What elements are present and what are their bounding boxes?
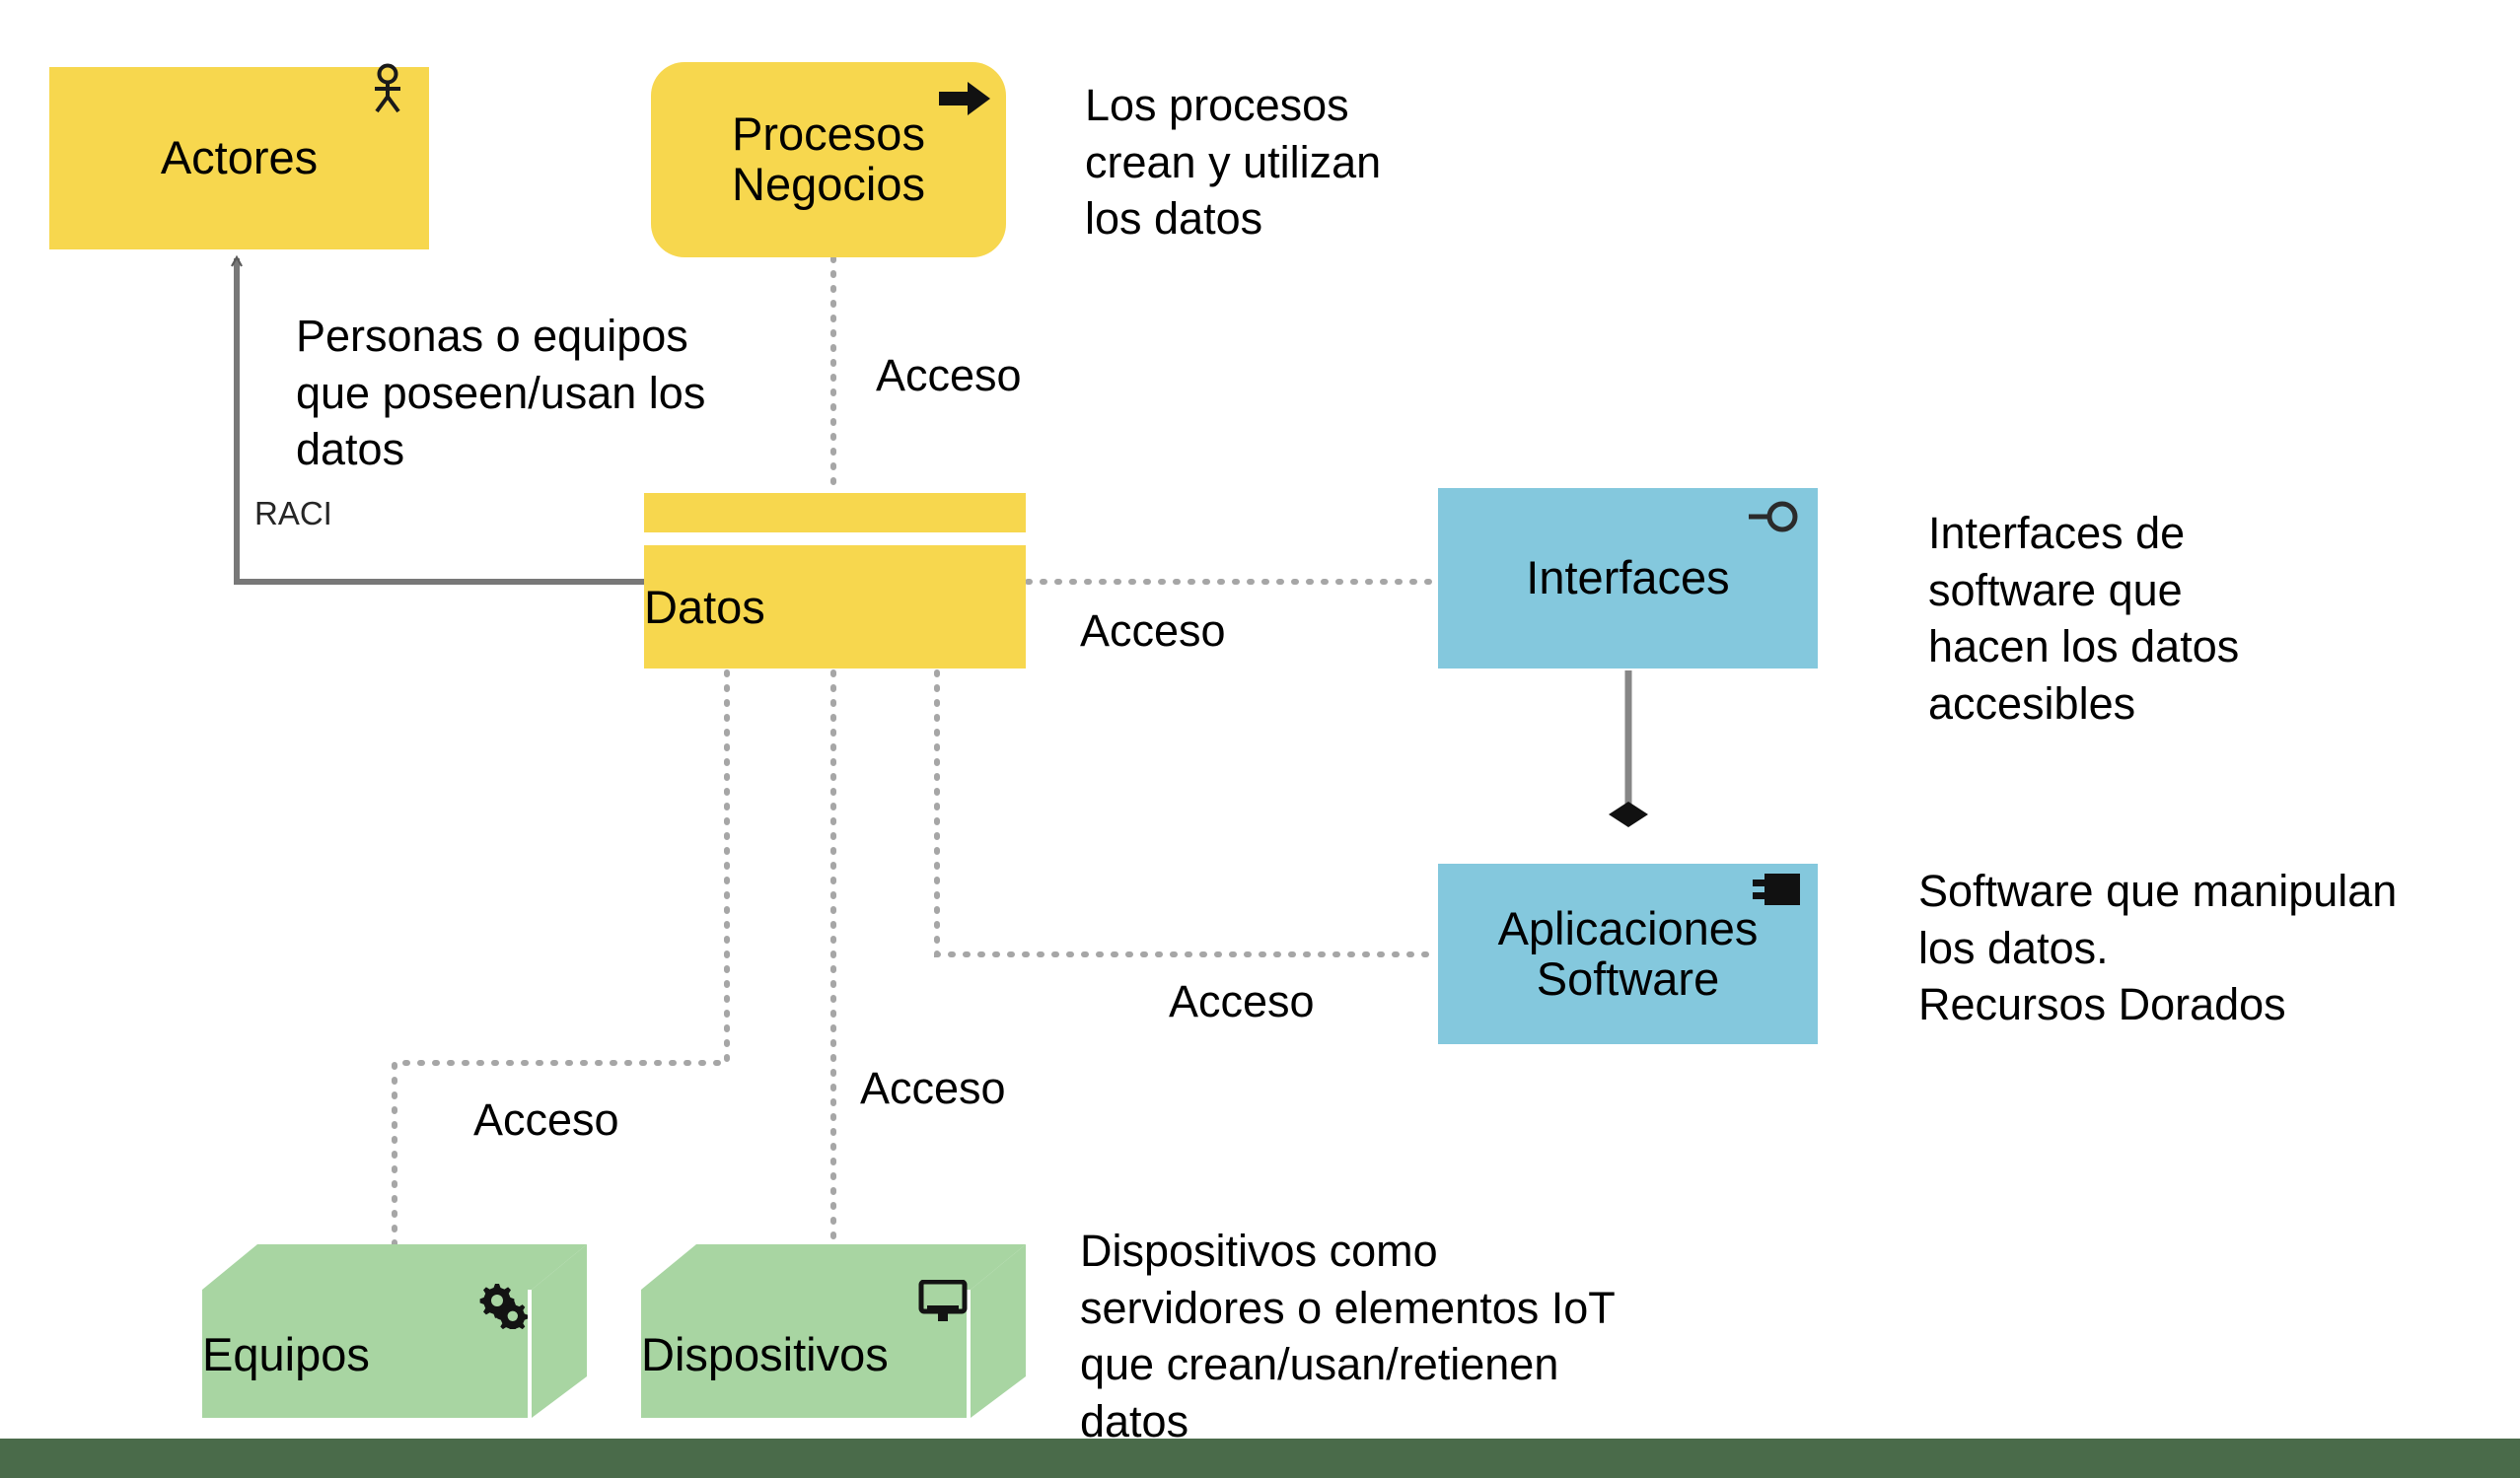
edge-label-procesos-datos: Acceso — [876, 350, 1022, 400]
edge-label-raci: RACI — [254, 495, 332, 531]
node-equipos[interactable]: Equipos — [202, 1242, 587, 1425]
actor-stick-figure-icon — [367, 63, 408, 114]
note-interfaces: Interfaces de software que hacen los dat… — [1928, 508, 2240, 729]
node-aplicaciones-software-label: Aplicaciones Software — [1497, 901, 1759, 1005]
gears-icon — [478, 1282, 529, 1333]
edge-label-datos-aplicaciones: Acceso — [1169, 976, 1315, 1026]
note-actores: Personas o equipos que poseen/usan los d… — [296, 311, 706, 475]
node-datos-cap — [644, 493, 1026, 532]
node-procesos-negocios-label: Procesos Negocios — [732, 107, 925, 210]
node-datos[interactable]: Datos — [644, 545, 1026, 669]
edge-label-datos-dispositivos: Acceso — [860, 1063, 1006, 1113]
note-software: Software que manipulan los datos. Recurs… — [1918, 866, 2398, 1030]
device-monitor-icon — [917, 1279, 969, 1325]
node-datos-label: Datos — [644, 581, 765, 633]
diagram-canvas: Aplicaciones Software --> Actores Proces… — [0, 0, 2520, 1478]
edge-label-datos-equipos: Acceso — [473, 1094, 619, 1145]
node-equipos-label: Equipos — [202, 1327, 370, 1380]
node-interfaces-label: Interfaces — [1526, 551, 1730, 604]
edge-datos-aplicaciones — [934, 669, 1439, 957]
node-actores-label: Actores — [160, 131, 319, 184]
business-process-arrow-icon — [937, 79, 992, 118]
node-dispositivos-label: Dispositivos — [641, 1327, 889, 1380]
note-dispositivos: Dispositivos como servidores o elementos… — [1080, 1226, 1616, 1446]
node-dispositivos[interactable]: Dispositivos — [641, 1242, 1026, 1425]
edge-label-datos-interfaces: Acceso — [1080, 605, 1226, 656]
footer-accent-bar — [0, 1439, 2520, 1478]
note-procesos: Los procesos crean y utilizan los datos — [1085, 80, 1382, 245]
lollipop-interface-icon — [1746, 498, 1799, 535]
component-icon — [1751, 870, 1802, 909]
edge-datos-equipos — [392, 669, 730, 1257]
